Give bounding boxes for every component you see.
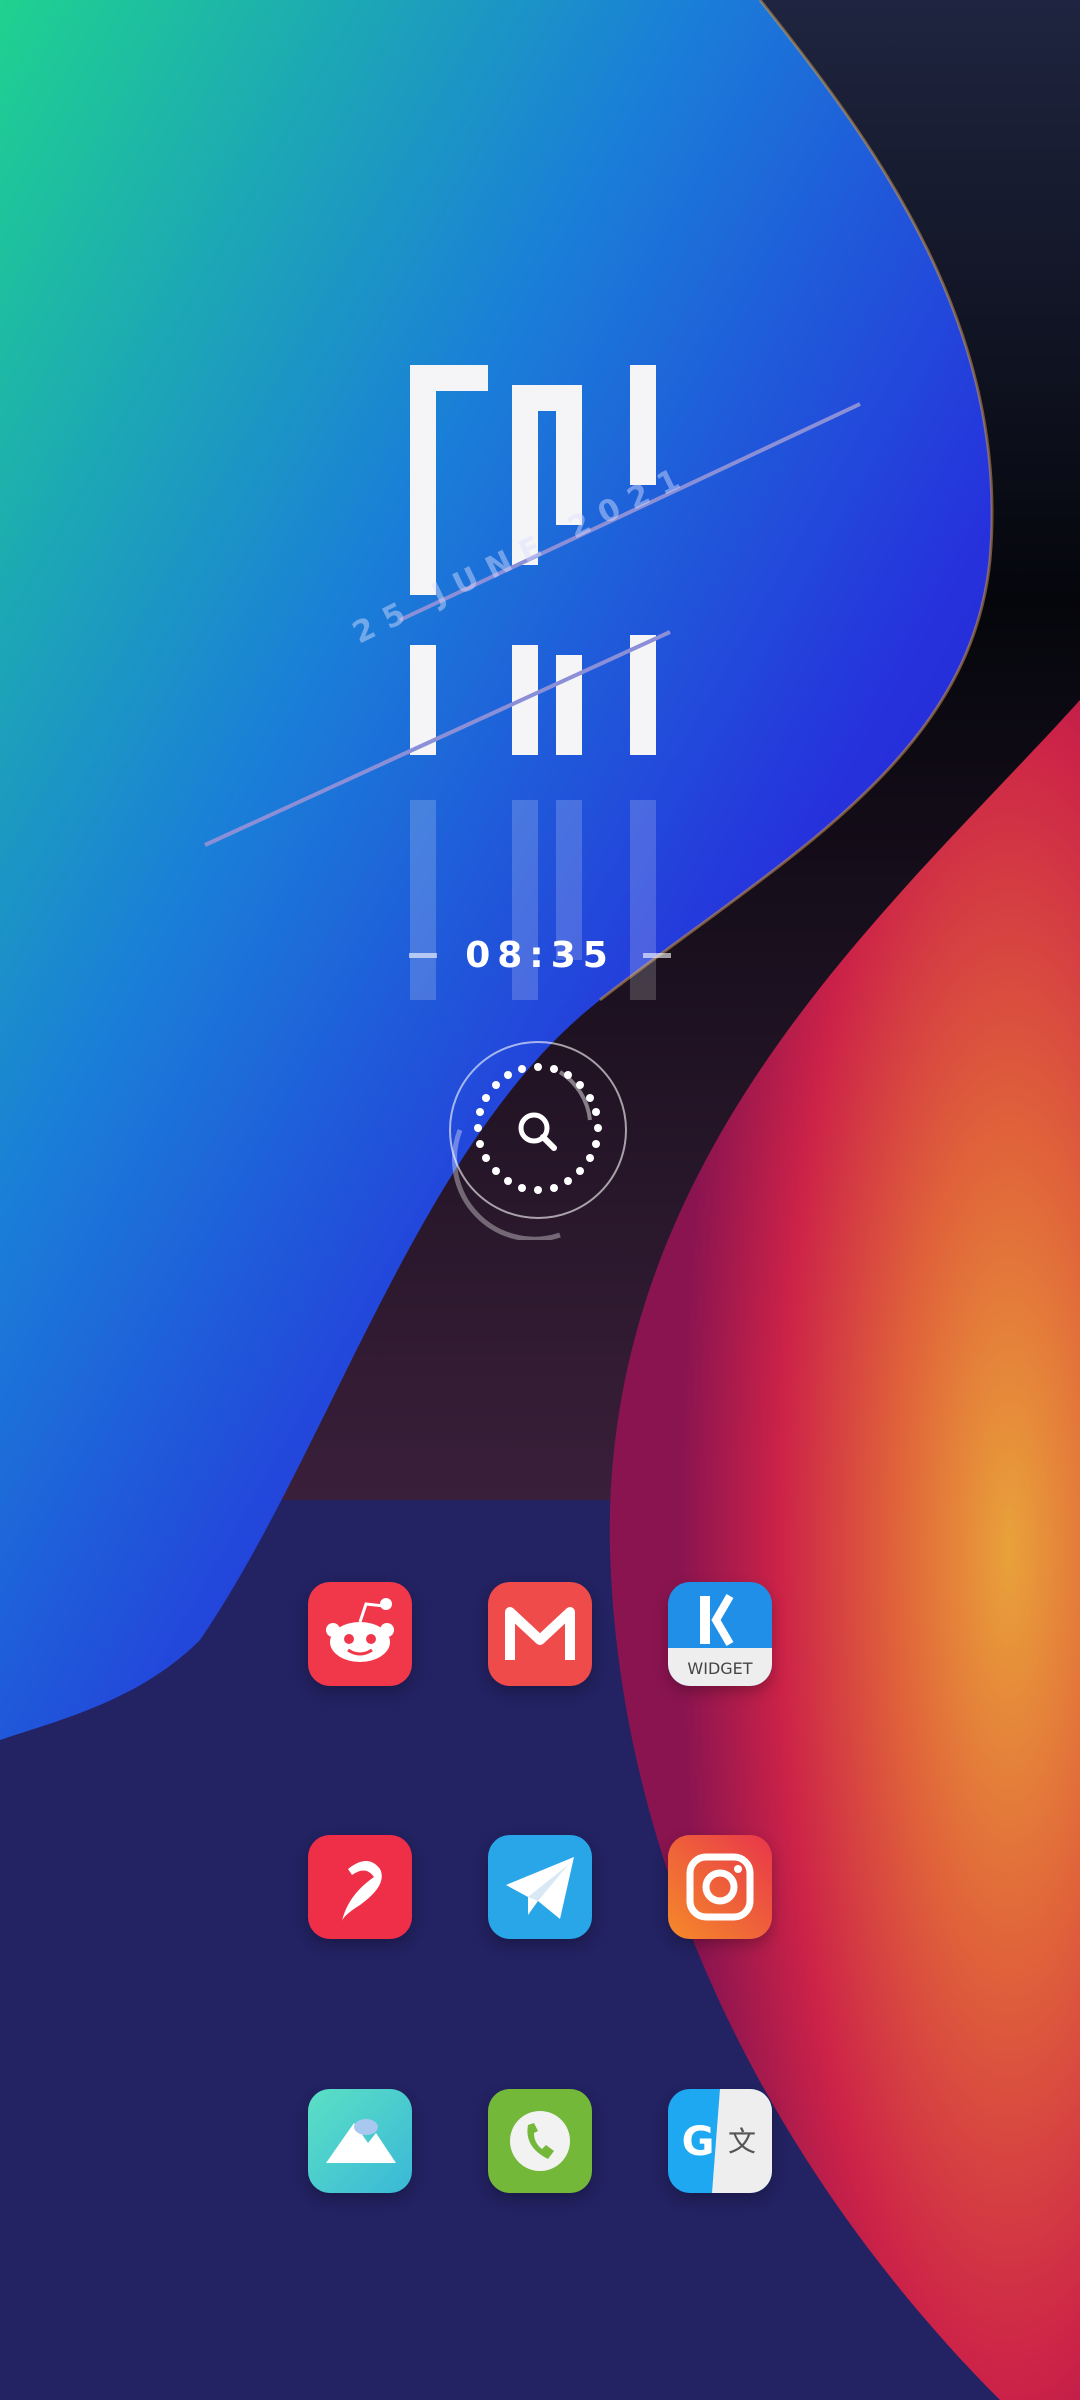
phone-app[interactable] <box>488 2089 592 2193</box>
gallery-icon <box>308 2089 412 2193</box>
clock-time: 08:35 <box>465 934 615 976</box>
translate-icon: G 文 <box>668 2089 772 2193</box>
clock-dash-right <box>642 952 671 958</box>
reddit-icon <box>308 1582 412 1686</box>
kwgt-icon: WIDGET <box>668 1582 772 1686</box>
date-divider-lines <box>204 402 861 847</box>
airtel-icon <box>308 1835 412 1939</box>
svg-text:G: G <box>682 2119 715 2165</box>
instagram-icon <box>668 1835 772 1939</box>
phone-icon <box>488 2089 592 2193</box>
instagram-app[interactable] <box>668 1835 772 1939</box>
svg-text:文: 文 <box>728 2125 756 2158</box>
search-widget[interactable] <box>430 1040 630 1240</box>
telegram-icon <box>488 1835 592 1939</box>
clock-dash-left <box>409 952 438 958</box>
reddit-app[interactable] <box>308 1582 412 1686</box>
kwgt-label: WIDGET <box>687 1659 752 1678</box>
clock-row: 08:35 <box>0 925 1080 985</box>
google-translate-app[interactable]: G 文 <box>668 2089 772 2193</box>
gmail-icon <box>488 1582 592 1686</box>
kwgt-app[interactable]: WIDGET <box>668 1582 772 1686</box>
day-reflection <box>410 800 656 1000</box>
gmail-app[interactable] <box>488 1582 592 1686</box>
search-icon <box>518 1112 557 1151</box>
airtel-app[interactable] <box>308 1835 412 1939</box>
telegram-app[interactable] <box>488 1835 592 1939</box>
gallery-app[interactable] <box>308 2089 412 2193</box>
